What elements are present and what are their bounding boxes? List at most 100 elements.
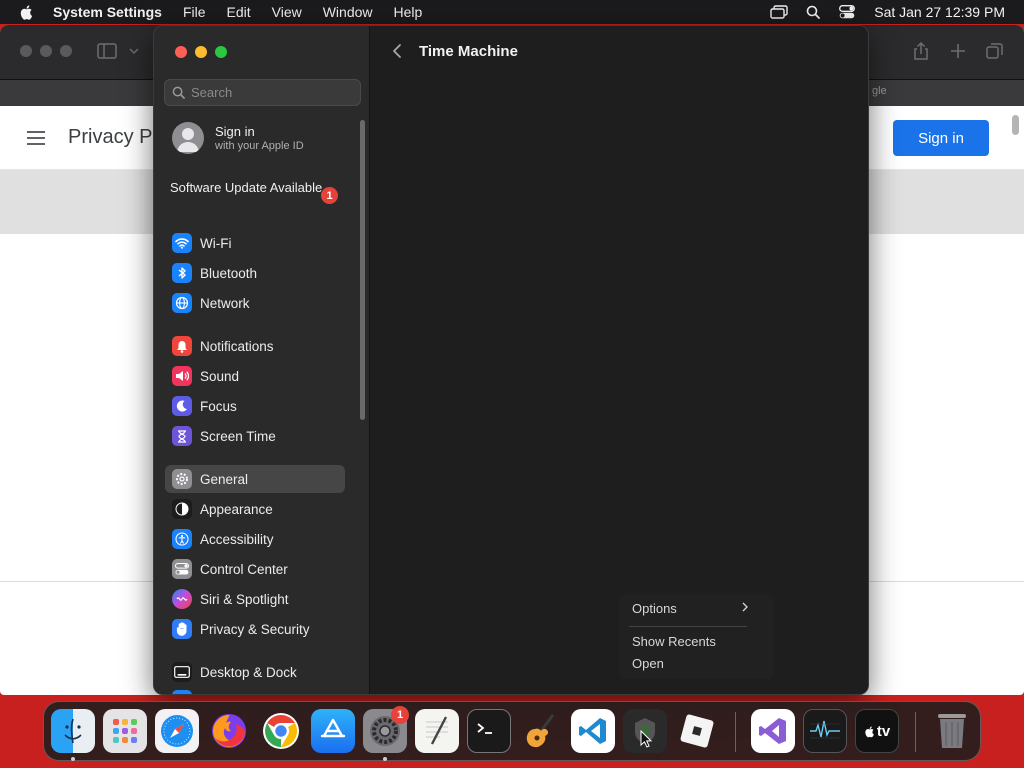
apple-id-sign-in[interactable]: Sign in with your Apple ID [172,122,304,154]
browser-close-button[interactable] [20,45,32,57]
apple-logo-icon [865,726,874,737]
garageband-icon[interactable] [519,709,563,753]
visual-studio-icon[interactable] [751,709,795,753]
textedit-icon[interactable] [415,709,459,753]
sidebar-item-label: Focus [200,398,237,414]
new-tab-icon[interactable] [948,41,968,61]
browser-sign-in-button[interactable]: Sign in [893,120,989,156]
search-field[interactable] [164,79,361,106]
browser-zoom-button[interactable] [60,45,72,57]
search-input[interactable] [191,85,351,100]
sidebar-scrollbar[interactable] [360,120,365,420]
sign-in-title: Sign in [215,124,255,139]
sidebar-item-desktop-dock[interactable]: Desktop & Dock [165,658,345,686]
menu-app-name[interactable]: System Settings [53,4,162,20]
accessibility-icon [172,529,192,549]
menu-item-open[interactable]: Open [632,656,664,671]
menu-bar-clock[interactable]: Sat Jan 27 12:39 PM [874,4,1005,20]
share-icon[interactable] [911,41,931,61]
terminal-icon[interactable] [467,709,511,753]
sidebar-item-notifications[interactable]: Notifications [165,332,345,360]
desktop-dock-icon [172,662,192,682]
person-icon [177,128,199,152]
sidebar-item-label: Siri & Spotlight [200,591,289,607]
menu-item-show-recents[interactable]: Show Recents [632,634,716,649]
appearance-icon [172,499,192,519]
menu-file[interactable]: File [183,4,206,20]
sidebar-item-label: Screen Time [200,428,276,444]
sign-in-subtitle: with your Apple ID [215,140,304,152]
sidebar-item-label: General [200,471,249,487]
chevron-down-icon[interactable] [128,41,140,61]
roblox-icon[interactable] [675,709,719,753]
moon-icon [172,396,192,416]
menu-help[interactable]: Help [394,4,423,20]
sidebar-item-label: Notifications [200,338,274,354]
page-title: Privacy Pc [68,126,163,148]
sidebar-item-focus[interactable]: Focus [165,392,345,420]
menu-window[interactable]: Window [323,4,373,20]
dock: 1 tv [43,701,981,761]
sidebar-item-siri-spotlight[interactable]: Siri & Spotlight [165,585,345,613]
menu-view[interactable]: View [272,4,302,20]
avatar [172,122,204,154]
sidebar-item-general[interactable]: General [165,465,345,493]
sidebar-item-privacy-security[interactable]: Privacy & Security [165,615,345,643]
mouse-cursor-icon [640,730,652,748]
sidebar-item-accessibility[interactable]: Accessibility [165,525,345,553]
chevron-right-icon [742,602,748,612]
browser-tab-title[interactable]: gle [872,85,887,97]
content-pane: Time Machine [371,26,868,694]
speaker-icon [172,366,192,386]
software-update-badge: 1 [321,187,338,204]
menu-item-options[interactable]: Options [632,601,677,616]
hourglass-icon [172,426,192,446]
apple-logo-icon[interactable] [19,4,35,20]
sidebar-item-label: Network [200,295,250,311]
menu-bar: System Settings File Edit View Window He… [0,0,1024,24]
sidebar-item-label: Desktop & Dock [200,664,297,680]
back-chevron-icon[interactable] [391,43,403,59]
firefox-icon[interactable] [207,709,251,753]
screen-mirroring-icon[interactable] [770,4,788,20]
safari-icon[interactable] [155,709,199,753]
hamburger-menu-icon[interactable] [26,130,46,146]
apple-tv-icon[interactable]: tv [855,709,899,753]
next-sidebar-item-icon [172,690,192,694]
dock-separator [915,712,916,752]
dock-context-menu: Options Show Recents Open [619,594,774,679]
minimize-button[interactable] [195,46,207,58]
sidebar-item-label: Sound [200,368,240,384]
launchpad-icon[interactable] [103,709,147,753]
trash-icon[interactable] [930,709,974,753]
finder-icon[interactable] [51,709,95,753]
wifi-icon [172,233,192,253]
sidebar-item-control-center[interactable]: Control Center [165,555,345,583]
sidebar-item-wifi[interactable]: Wi-Fi [165,229,345,257]
settings-sidebar: Sign in with your Apple ID Software Upda… [154,26,370,694]
software-update-available[interactable]: Software Update Available [170,180,340,196]
tab-overview-icon[interactable] [985,41,1005,61]
browser-minimize-button[interactable] [40,45,52,57]
menu-edit[interactable]: Edit [227,4,251,20]
chrome-icon[interactable] [259,709,303,753]
hand-icon [172,619,192,639]
vscode-icon[interactable] [571,709,615,753]
sidebar-toggle-icon[interactable] [97,41,117,61]
sidebar-item-bluetooth[interactable]: Bluetooth [165,259,345,287]
sidebar-item-sound[interactable]: Sound [165,362,345,390]
sidebar-item-screen-time[interactable]: Screen Time [165,422,345,450]
close-button[interactable] [175,46,187,58]
control-center-icon[interactable] [838,4,856,20]
page-title: Time Machine [419,43,518,60]
sidebar-item-label: Accessibility [200,531,274,547]
sidebar-item-network[interactable]: Network [165,289,345,317]
sidebar-item-label: Control Center [200,561,288,577]
activity-monitor-icon[interactable] [803,709,847,753]
browser-scrollbar[interactable] [1012,115,1019,135]
app-store-icon[interactable] [311,709,355,753]
search-icon [172,86,185,99]
zoom-button[interactable] [215,46,227,58]
sidebar-item-appearance[interactable]: Appearance [165,495,345,523]
spotlight-search-icon[interactable] [804,4,822,20]
